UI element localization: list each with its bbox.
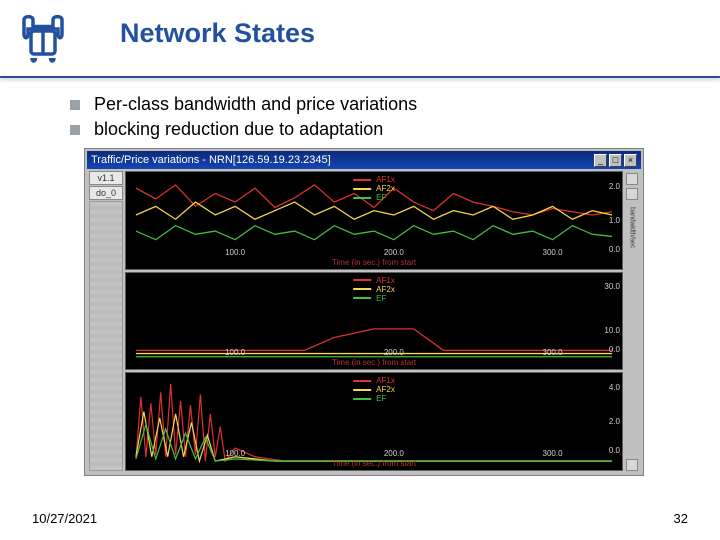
x-axis-label: Time (in sec.) from start [332,358,416,367]
embedded-chart-window: Traffic/Price variations - NRN[126.59.19… [84,148,644,476]
slide-title: Network States [120,18,315,49]
close-button[interactable]: × [624,154,637,167]
x-tick: 100.0 [225,248,245,257]
x-tick: 100.0 [225,449,245,458]
bullet-icon [70,125,80,135]
plot-stack: AF1x AF2x EF 2.0 1.0 0.0 100.0 200.0 300… [125,171,623,471]
minimize-button[interactable]: _ [594,154,607,167]
legend-swatch [353,380,371,382]
bullet-item: blocking reduction due to adaptation [70,119,417,140]
window-body: v1.1 do_0 AF1x AF2x EF [87,169,641,473]
bullet-text: blocking reduction due to adaptation [94,119,383,140]
legend-swatch [353,197,371,199]
legend-label: EF [376,394,386,403]
x-tick: 300.0 [543,248,563,257]
y-tick: 4.0 [609,383,620,392]
right-sidebar: bandwidth/sec [625,171,639,471]
legend-label: EF [376,193,386,202]
left-ctl[interactable]: v1.1 [89,171,123,185]
plot-legend: AF1x AF2x EF [353,276,395,303]
bullet-icon [70,100,80,110]
legend-swatch [353,279,371,281]
organization-logo [18,14,68,64]
left-sidebar: v1.1 do_0 [89,171,123,471]
maximize-button[interactable]: □ [609,154,622,167]
legend-label: AF2x [376,285,395,294]
footer-page-number: 32 [674,511,688,526]
y-tick: 0.0 [609,345,620,354]
legend-swatch [353,288,371,290]
x-tick: 300.0 [543,449,563,458]
y-tick: 0.0 [609,446,620,455]
slide: Network States Per-class bandwidth and p… [0,0,720,540]
y-tick: 10.0 [604,326,620,335]
bullet-text: Per-class bandwidth and price variations [94,94,417,115]
x-tick: 200.0 [384,248,404,257]
right-vertical-label: bandwidth/sec [629,207,636,248]
window-titlebar[interactable]: Traffic/Price variations - NRN[126.59.19… [87,151,641,169]
legend-swatch [353,389,371,391]
legend-label: EF [376,294,386,303]
window-title-text: Traffic/Price variations - NRN[126.59.19… [91,154,331,166]
title-divider [0,76,720,78]
x-axis-label: Time (in sec.) from start [332,258,416,267]
x-tick: 100.0 [225,348,245,357]
x-axis-label: Time (in sec.) from start [332,459,416,468]
left-filler [89,201,123,471]
plot-bottom: AF1x AF2x EF 4.0 2.0 0.0 100.0 200.0 300… [125,372,623,471]
right-ctl-button[interactable] [626,173,638,185]
legend-swatch [353,398,371,400]
x-tick: 200.0 [384,449,404,458]
x-tick: 200.0 [384,348,404,357]
legend-label: AF2x [376,385,395,394]
y-tick: 0.0 [609,245,620,254]
legend-swatch [353,188,371,190]
legend-label: AF1x [376,276,395,285]
plot-legend: AF1x AF2x EF [353,175,395,202]
legend-swatch [353,297,371,299]
plot-legend: AF1x AF2x EF [353,376,395,403]
y-tick: 30.0 [604,282,620,291]
plot-middle: AF1x AF2x EF 30.0 10.0 0.0 100.0 200.0 3… [125,272,623,371]
y-tick: 2.0 [609,182,620,191]
bullet-list: Per-class bandwidth and price variations… [70,94,417,144]
legend-swatch [353,179,371,181]
legend-label: AF1x [376,175,395,184]
plot-top: AF1x AF2x EF 2.0 1.0 0.0 100.0 200.0 300… [125,171,623,270]
right-ctl-button[interactable] [626,459,638,471]
y-tick: 1.0 [609,216,620,225]
x-tick: 300.0 [543,348,563,357]
legend-label: AF2x [376,184,395,193]
footer-date: 10/27/2021 [32,511,97,526]
left-ctl[interactable]: do_0 [89,186,123,200]
right-ctl-button[interactable] [626,188,638,200]
y-tick: 2.0 [609,417,620,426]
legend-label: AF1x [376,376,395,385]
bullet-item: Per-class bandwidth and price variations [70,94,417,115]
